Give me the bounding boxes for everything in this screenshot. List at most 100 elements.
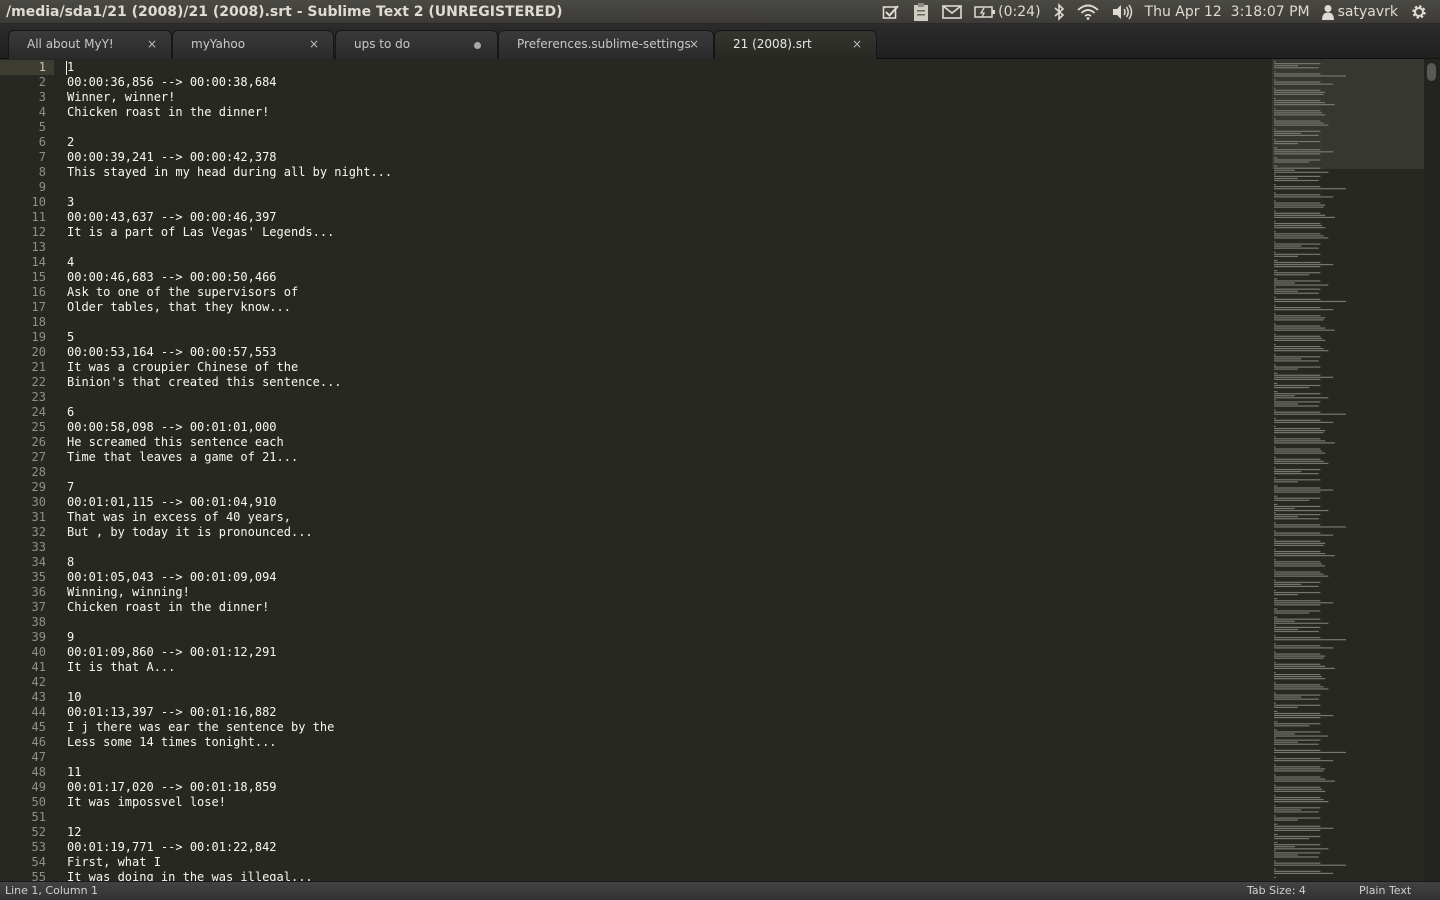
line-number: 2: [38, 75, 46, 89]
tab-preferences[interactable]: Preferences.sublime-settings ×: [498, 30, 714, 59]
code-line[interactable]: Ask to one of the supervisors of: [67, 285, 1262, 300]
unsaved-dot-icon[interactable]: [474, 42, 481, 49]
code-line[interactable]: 00:00:53,164 --> 00:00:57,553: [67, 345, 1262, 360]
syntax-selector[interactable]: Plain Text: [1359, 882, 1411, 899]
code-line[interactable]: I j there was ear the sentence by the: [67, 720, 1262, 735]
code-line[interactable]: 4: [67, 255, 1262, 270]
code-line[interactable]: 00:00:36,856 --> 00:00:38,684: [67, 75, 1262, 90]
code-line[interactable]: 9: [67, 630, 1262, 645]
code-line[interactable]: 00:01:09,860 --> 00:01:12,291: [67, 645, 1262, 660]
code-line[interactable]: 2: [67, 135, 1262, 150]
wifi-icon[interactable]: [1071, 0, 1105, 24]
code-line[interactable]: It was impossvel lose!: [67, 795, 1262, 810]
code-line[interactable]: 11: [67, 765, 1262, 780]
tab-close-icon[interactable]: ×: [147, 31, 157, 58]
clipboard-icon[interactable]: [906, 0, 936, 24]
text-cursor: [66, 61, 67, 75]
code-line[interactable]: Older tables, that they know...: [67, 300, 1262, 315]
code-line[interactable]: [67, 540, 1262, 555]
line-number: 43: [31, 690, 46, 704]
code-line[interactable]: 7: [67, 480, 1262, 495]
tab-label: 21 (2008).srt: [733, 37, 812, 51]
line-number: 23: [31, 390, 46, 404]
tab-ups-to-do[interactable]: ups to do: [335, 30, 498, 59]
line-number: 31: [31, 510, 46, 524]
code-line[interactable]: 00:01:17,020 --> 00:01:18,859: [67, 780, 1262, 795]
clock[interactable]: Thu Apr 12 3:18:07 PM: [1139, 0, 1316, 24]
line-number: 10: [31, 195, 46, 209]
code-line[interactable]: 00:00:58,098 --> 00:01:01,000: [67, 420, 1262, 435]
tab-21-2008-srt[interactable]: 21 (2008).srt ×: [714, 30, 877, 60]
line-number: 18: [31, 315, 46, 329]
code-line[interactable]: It was a croupier Chinese of the: [67, 360, 1262, 375]
line-number: 45: [31, 720, 46, 734]
code-line[interactable]: 12: [67, 825, 1262, 840]
code-line[interactable]: It is that A...: [67, 660, 1262, 675]
line-number: 22: [31, 375, 46, 389]
tab-size-selector[interactable]: Tab Size: 4: [1247, 882, 1306, 899]
code-line[interactable]: 8: [67, 555, 1262, 570]
editor-area[interactable]: 1 2 3 4 5 6 7 8 9 10 11 12 13 14 15 16 17 18 19 20 21 22 23 24 2…: [0, 59, 1440, 881]
code-line[interactable]: [67, 465, 1262, 480]
code-line[interactable]: 00:01:01,115 --> 00:01:04,910: [67, 495, 1262, 510]
code-line[interactable]: This stayed in my head during all by nig…: [67, 165, 1262, 180]
line-number-gutter: 1 2 3 4 5 6 7 8 9 10 11 12 13 14 15 16 17 18 19 20 21 22 23 24 2…: [0, 60, 54, 881]
tab-label: Preferences.sublime-settings: [517, 37, 691, 51]
minimap[interactable]: [1272, 59, 1424, 881]
code-line[interactable]: 10: [67, 690, 1262, 705]
code-line[interactable]: That was in excess of 40 years,: [67, 510, 1262, 525]
code-line[interactable]: Chicken roast in the dinner!: [67, 600, 1262, 615]
volume-icon[interactable]: [1105, 0, 1139, 24]
line-number: 55: [31, 870, 46, 881]
code-line[interactable]: It was doing in the was illegal...: [67, 870, 1262, 881]
code-line[interactable]: [67, 810, 1262, 825]
scrollbar-thumb[interactable]: [1427, 63, 1436, 81]
tab-close-icon[interactable]: ×: [852, 31, 862, 58]
code-line[interactable]: 00:00:46,683 --> 00:00:50,466: [67, 270, 1262, 285]
code-line[interactable]: [67, 180, 1262, 195]
bluetooth-icon[interactable]: [1047, 0, 1071, 24]
code-line[interactable]: First, what I: [67, 855, 1262, 870]
code-line[interactable]: Winning, winning!: [67, 585, 1262, 600]
line-number: 12: [31, 225, 46, 239]
tab-all-about-myy[interactable]: All about MyY! ×: [8, 30, 172, 59]
user-menu[interactable]: satyavrk: [1316, 0, 1404, 24]
code-line[interactable]: 00:01:13,397 --> 00:01:16,882: [67, 705, 1262, 720]
code-line[interactable]: 00:00:43,637 --> 00:00:46,397: [67, 210, 1262, 225]
code-line[interactable]: Less some 14 times tonight...: [67, 735, 1262, 750]
tab-close-icon[interactable]: ×: [689, 31, 699, 58]
gear-icon[interactable]: [1404, 0, 1434, 24]
code-line[interactable]: [67, 315, 1262, 330]
code-line[interactable]: [67, 120, 1262, 135]
line-number: 34: [31, 555, 46, 569]
code-line[interactable]: He screamed this sentence each: [67, 435, 1262, 450]
code-line[interactable]: 1: [67, 60, 1262, 75]
code-line[interactable]: Winner, winner!: [67, 90, 1262, 105]
code-line[interactable]: 00:01:05,043 --> 00:01:09,094: [67, 570, 1262, 585]
code-line[interactable]: [67, 615, 1262, 630]
code-line[interactable]: [67, 750, 1262, 765]
code-line[interactable]: Chicken roast in the dinner!: [67, 105, 1262, 120]
code-line[interactable]: But , by today it is pronounced...: [67, 525, 1262, 540]
code-line[interactable]: Time that leaves a game of 21...: [67, 450, 1262, 465]
line-number: 27: [31, 450, 46, 464]
code-line[interactable]: Binion's that created this sentence...: [67, 375, 1262, 390]
code-line[interactable]: 00:01:19,771 --> 00:01:22,842: [67, 840, 1262, 855]
code-line[interactable]: [67, 390, 1262, 405]
code-line[interactable]: It is a part of Las Vegas' Legends...: [67, 225, 1262, 240]
checkbox-icon[interactable]: [876, 0, 906, 24]
code-line[interactable]: 6: [67, 405, 1262, 420]
code-line[interactable]: 5: [67, 330, 1262, 345]
tab-myyahoo[interactable]: myYahoo ×: [172, 30, 334, 59]
status-bar: Line 1, Column 1 Tab Size: 4 Plain Text: [0, 881, 1440, 900]
code-line[interactable]: [67, 240, 1262, 255]
battery-indicator[interactable]: (0:24): [968, 0, 1046, 24]
text-buffer[interactable]: 1 00:00:36,856 --> 00:00:38,684 Winner, wi…: [67, 60, 1262, 881]
code-line[interactable]: 3: [67, 195, 1262, 210]
code-line[interactable]: 00:00:39,241 --> 00:00:42,378: [67, 150, 1262, 165]
line-number: 16: [31, 285, 46, 299]
mail-icon[interactable]: [936, 0, 968, 24]
code-line[interactable]: [67, 675, 1262, 690]
tab-close-icon[interactable]: ×: [309, 31, 319, 58]
vertical-scrollbar[interactable]: [1424, 59, 1440, 881]
